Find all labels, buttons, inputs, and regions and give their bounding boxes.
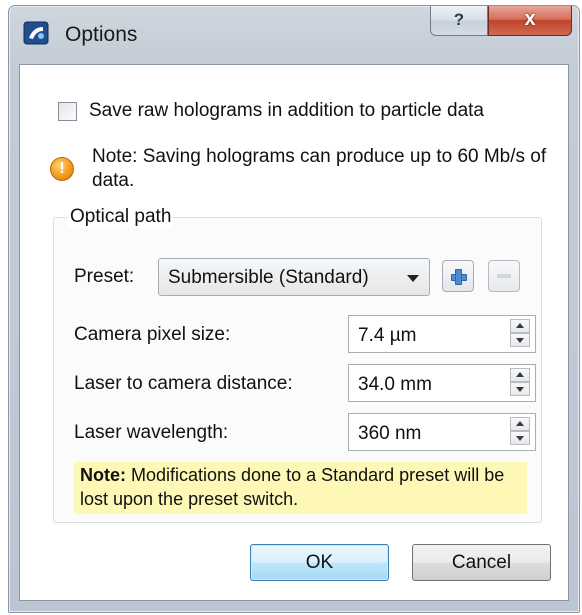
- laser-camera-distance-input[interactable]: 34.0 mm: [348, 364, 536, 402]
- decrement-button[interactable]: [510, 333, 530, 347]
- preset-label: Preset:: [74, 266, 135, 287]
- save-raw-holograms-label[interactable]: Save raw holograms in addition to partic…: [89, 100, 484, 122]
- preset-dropdown[interactable]: Submersible (Standard): [158, 258, 430, 296]
- title-bar[interactable]: Options ? x: [9, 6, 579, 52]
- spin-buttons: [510, 319, 532, 349]
- camera-pixel-size-value: 7.4 µm: [358, 325, 417, 346]
- preset-dropdown-value: Submersible (Standard): [168, 267, 369, 288]
- ok-button[interactable]: OK: [250, 544, 389, 581]
- spin-buttons: [510, 368, 532, 398]
- decrement-button[interactable]: [510, 431, 530, 445]
- preset-warning-banner: Note: Modifications done to a Standard p…: [74, 462, 527, 514]
- laser-wavelength-value: 360 nm: [358, 423, 422, 444]
- close-icon: x: [524, 8, 536, 30]
- laser-camera-distance-value: 34.0 mm: [358, 374, 432, 395]
- cancel-button[interactable]: Cancel: [412, 544, 551, 581]
- banner-text: Modifications done to a Standard preset …: [80, 465, 505, 509]
- app-icon: [23, 21, 49, 45]
- help-icon: ?: [453, 10, 465, 29]
- save-raw-holograms-option[interactable]: Save raw holograms in addition to partic…: [58, 100, 484, 122]
- camera-pixel-size-label: Camera pixel size:: [74, 324, 231, 345]
- laser-camera-distance-label: Laser to camera distance:: [74, 373, 293, 394]
- save-raw-holograms-checkbox[interactable]: [58, 101, 77, 121]
- increment-button[interactable]: [510, 368, 530, 382]
- dialog-window: Options ? x Save raw holograms in additi…: [8, 5, 580, 613]
- window-title: Options: [65, 23, 138, 46]
- dialog-content: Save raw holograms in addition to partic…: [19, 64, 569, 601]
- banner-bold-label: Note:: [80, 465, 126, 485]
- remove-preset-button[interactable]: [488, 260, 520, 292]
- increment-button[interactable]: [510, 417, 530, 431]
- holograms-note-text: Note: Saving holograms can produce up to…: [92, 146, 547, 191]
- optical-path-group: Optical path Preset: Submersible (Standa…: [53, 206, 542, 523]
- laser-wavelength-input[interactable]: 360 nm: [348, 413, 536, 451]
- increment-button[interactable]: [510, 319, 530, 333]
- close-button[interactable]: x: [488, 6, 572, 36]
- minus-icon: [497, 274, 511, 278]
- add-preset-button[interactable]: [442, 260, 474, 292]
- spin-buttons: [510, 417, 532, 447]
- optical-path-title: Optical path: [68, 206, 174, 228]
- help-button[interactable]: ?: [430, 6, 488, 36]
- chevron-down-icon: [407, 275, 419, 282]
- laser-wavelength-label: Laser wavelength:: [74, 422, 229, 443]
- decrement-button[interactable]: [510, 382, 530, 396]
- warning-icon: !: [50, 157, 74, 181]
- camera-pixel-size-input[interactable]: 7.4 µm: [348, 315, 536, 353]
